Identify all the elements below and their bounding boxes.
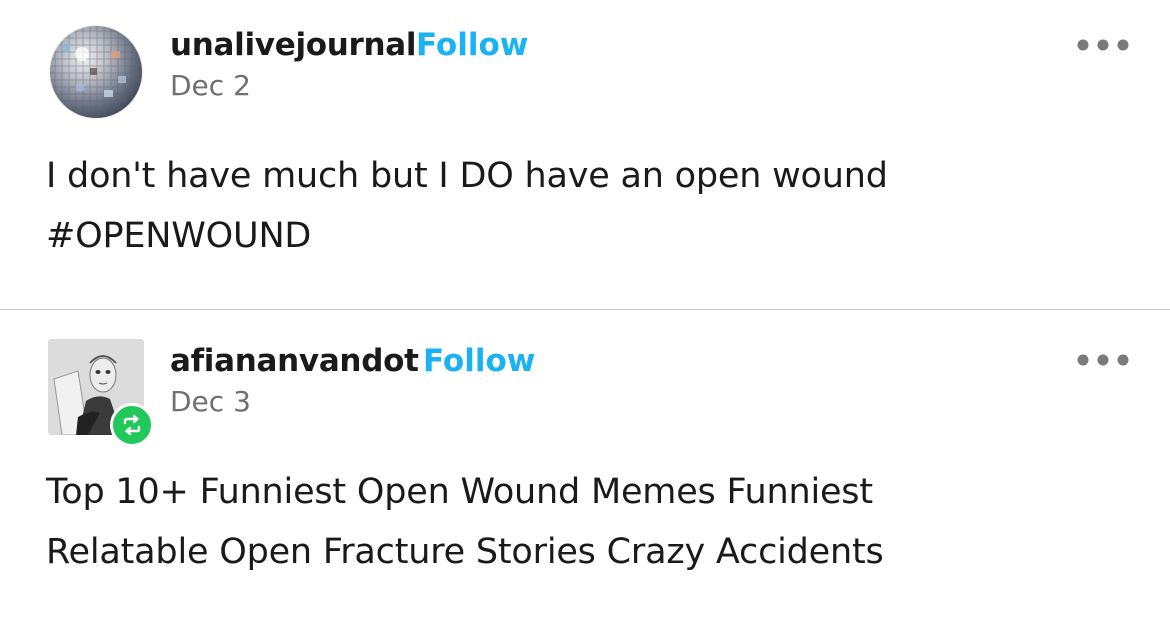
post-date[interactable]: Dec 3 — [170, 385, 251, 418]
more-options-icon — [1077, 39, 1129, 51]
post-body-line: I don't have much but I DO have an open … — [46, 156, 888, 196]
reblog-badge — [110, 403, 154, 447]
more-options-button[interactable] — [1068, 30, 1138, 60]
post-card: unalivejournal Follow Dec 2 I don't have… — [0, 0, 1170, 309]
post-date[interactable]: Dec 2 — [170, 69, 251, 102]
disco-ball-avatar[interactable] — [48, 24, 144, 120]
post-username[interactable]: unalivejournal — [170, 27, 417, 63]
disco-ball-icon — [49, 25, 143, 119]
post-body: I don't have much but I DO have an open … — [46, 146, 1126, 266]
follow-button[interactable]: Follow — [416, 27, 528, 63]
reblog-icon — [123, 414, 141, 436]
follow-button[interactable]: Follow — [423, 343, 535, 379]
post-username[interactable]: afiananvandot — [170, 343, 419, 379]
post-body-line: Relatable Open Fracture Stories Crazy Ac… — [46, 532, 884, 572]
post-card: afiananvandot Follow Dec 3 Top 10+ Funni… — [0, 310, 1170, 623]
post-hashtag[interactable]: #OPENWOUND — [46, 206, 1126, 266]
post-body-line: Top 10+ Funniest Open Wound Memes Funnie… — [46, 472, 873, 512]
more-options-button[interactable] — [1068, 345, 1138, 375]
post-body: Top 10+ Funniest Open Wound Memes Funnie… — [46, 462, 1126, 582]
more-options-icon — [1077, 354, 1129, 366]
